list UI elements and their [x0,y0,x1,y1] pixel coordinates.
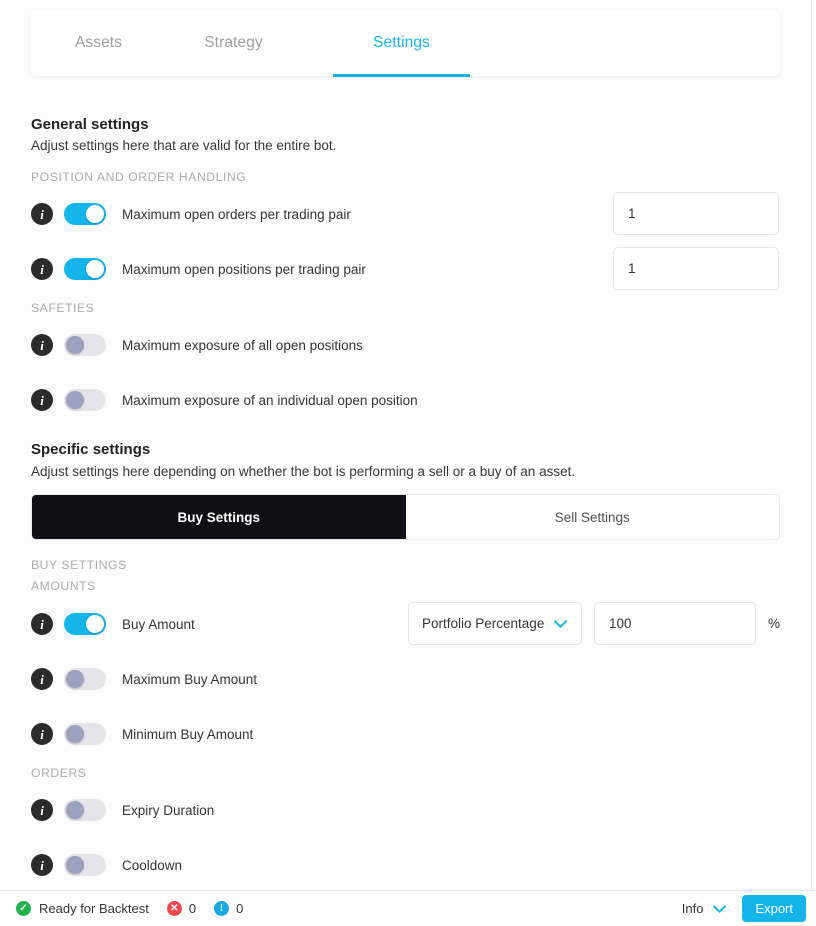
info-circle-icon[interactable]: ! [214,901,230,916]
info-icon[interactable]: i [31,613,53,635]
info-icon[interactable]: i [31,203,53,225]
status-bar-right: Info Export [682,895,806,922]
tab-settings[interactable]: Settings [333,10,470,77]
row-minimum-buy-amount: i Minimum Buy Amount [31,716,253,752]
row-maximum-buy-amount: i Maximum Buy Amount [31,661,257,697]
row-label-cooldown: Cooldown [122,857,183,873]
chevron-down-icon [713,904,727,913]
row-maximum-open-positions: i Maximum open positions per trading pai… [31,251,366,287]
tab-bar: Assets Strategy Settings [30,10,780,77]
row-maximum-exposure-all: i Maximum exposure of all open positions [31,327,363,363]
page-edge-divider [811,0,812,926]
toggle-maximum-exposure-all[interactable] [64,334,106,356]
row-label-minimum-buy-amount: Minimum Buy Amount [122,726,254,742]
info-icon[interactable]: i [31,668,53,690]
toggle-maximum-open-positions[interactable] [64,258,106,280]
toggle-knob [66,391,84,409]
info-icon[interactable]: i [31,723,53,745]
toggle-maximum-buy-amount[interactable] [64,668,106,690]
status-bar-left: ✓ Ready for Backtest ✕ 0 ! 0 [16,901,243,916]
toggle-buy-amount[interactable] [64,613,106,635]
buy-amount-unit-suffix: % [768,616,781,631]
row-maximum-open-orders: i Maximum open orders per trading pair [31,196,351,232]
toggle-maximum-open-orders[interactable] [64,203,106,225]
row-label-maximum-exposure-all: Maximum exposure of all open positions [122,337,363,353]
check-circle-icon: ✓ [16,901,31,916]
group-label-safeties: SAFETIES [31,301,95,315]
error-circle-icon[interactable]: ✕ [166,901,182,916]
row-buy-amount: i Buy Amount [31,606,195,642]
toggle-cooldown[interactable] [64,854,106,876]
info-dropdown-label: Info [681,901,704,916]
info-icon[interactable]: i [31,389,53,411]
status-text: Ready for Backtest [39,901,149,916]
input-maximum-open-positions[interactable] [613,247,779,290]
specific-settings-subtitle: Adjust settings here depending on whethe… [31,464,576,479]
section-label-buy-settings: BUY SETTINGS [31,558,127,572]
toggle-knob [86,260,104,278]
row-label-maximum-exposure-individual: Maximum exposure of an individual open p… [122,392,418,408]
row-label-expiry-duration: Expiry Duration [122,802,215,818]
row-label-maximum-open-positions: Maximum open positions per trading pair [122,261,366,277]
row-label-maximum-open-orders: Maximum open orders per trading pair [122,206,351,222]
tab-strategy[interactable]: Strategy [167,10,300,76]
select-buy-amount-type-value: Portfolio Percentage [422,616,545,631]
tab-assets[interactable]: Assets [30,10,167,76]
buy-sell-segmented-control: Buy Settings Sell Settings [31,494,780,540]
segment-sell-settings[interactable]: Sell Settings [405,495,779,539]
info-dropdown[interactable]: Info [682,901,727,916]
toggle-knob [66,725,84,743]
toggle-knob [66,801,84,819]
status-bar: ✓ Ready for Backtest ✕ 0 ! 0 Info Export [0,890,816,926]
toggle-knob [86,205,104,223]
toggle-expiry-duration[interactable] [64,799,106,821]
row-label-buy-amount: Buy Amount [122,616,195,632]
row-expiry-duration: i Expiry Duration [31,792,214,828]
export-button[interactable]: Export [742,895,806,922]
input-buy-amount-value[interactable] [594,602,756,645]
toggle-minimum-buy-amount[interactable] [64,723,106,745]
app-root: Assets Strategy Settings General setting… [0,0,816,926]
row-maximum-exposure-individual: i Maximum exposure of an individual open… [31,382,418,418]
specific-settings-title: Specific settings [31,441,151,458]
segment-buy-settings[interactable]: Buy Settings [32,495,406,539]
info-icon[interactable]: i [31,799,53,821]
toggle-knob [66,336,84,354]
chevron-down-icon [554,619,568,628]
toggle-maximum-exposure-individual[interactable] [64,389,106,411]
info-count: 0 [236,901,244,916]
input-maximum-open-orders[interactable] [613,192,779,235]
settings-content-area: Assets Strategy Settings General setting… [0,0,811,890]
general-settings-subtitle: Adjust settings here that are valid for … [31,138,337,153]
general-settings-title: General settings [31,116,149,133]
toggle-knob [86,615,104,633]
info-icon[interactable]: i [31,258,53,280]
group-label-position-order-handling: POSITION AND ORDER HANDLING [31,170,247,184]
error-count: 0 [188,901,197,916]
select-buy-amount-type[interactable]: Portfolio Percentage [408,602,582,645]
row-label-maximum-buy-amount: Maximum Buy Amount [122,671,258,687]
info-icon[interactable]: i [31,334,53,356]
row-cooldown: i Cooldown [31,847,182,883]
group-label-orders: ORDERS [31,766,87,780]
toggle-knob [66,856,84,874]
group-label-amounts: AMOUNTS [31,579,96,593]
info-icon[interactable]: i [31,854,53,876]
toggle-knob [66,670,84,688]
